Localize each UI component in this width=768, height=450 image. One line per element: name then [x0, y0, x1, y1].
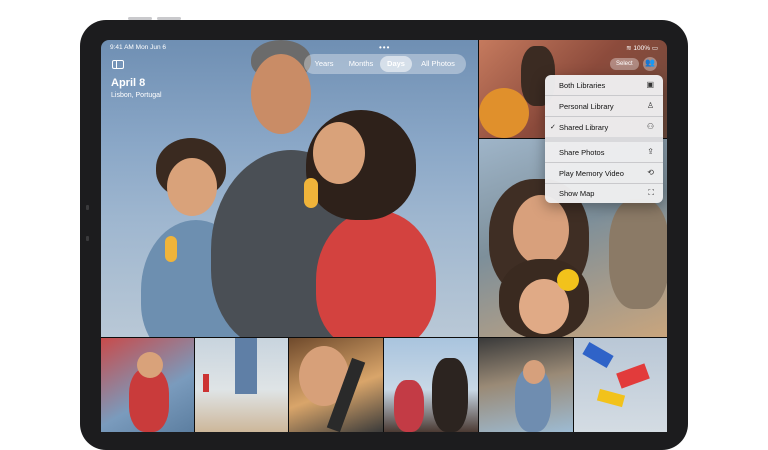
segment-months[interactable]: Months	[342, 54, 380, 74]
menu-item-both-libraries[interactable]: Both Libraries ▣	[545, 75, 663, 95]
day-location: Lisbon, Portugal	[111, 92, 162, 99]
photo-thumb[interactable]	[195, 338, 288, 432]
photo-subject	[137, 352, 163, 378]
menu-item-shared-library[interactable]: ✓ Shared Library ⚇	[545, 117, 663, 137]
wifi-icon: ≋	[626, 45, 632, 52]
sidebar-toggle-icon[interactable]	[112, 60, 124, 69]
photo-subject	[313, 122, 365, 184]
photo-subject	[203, 374, 209, 392]
photo-hero[interactable]	[101, 40, 478, 337]
library-switcher-icon[interactable]	[643, 57, 657, 71]
photo-subject	[316, 210, 436, 337]
checkmark-icon: ✓	[550, 124, 556, 131]
photo-subject	[513, 195, 569, 265]
volume-up-button	[128, 17, 152, 20]
volume-down-button	[157, 17, 181, 20]
menu-item-personal-library[interactable]: Personal Library ♙	[545, 96, 663, 116]
photo-thumb[interactable]	[574, 338, 667, 432]
photo-thumb[interactable]	[101, 338, 194, 432]
photo-subject	[251, 54, 311, 134]
library-menu: Both Libraries ▣ Personal Library ♙ ✓ Sh…	[545, 75, 663, 203]
photo-thumb[interactable]	[289, 338, 383, 432]
photo-subject	[235, 338, 257, 394]
popsicle	[304, 178, 318, 208]
kite	[582, 341, 614, 369]
photo-subject	[609, 199, 667, 309]
status-battery: ≋ 100% ▭	[626, 44, 658, 52]
map-icon: ⛶	[648, 188, 654, 197]
photo-thumb[interactable]	[479, 338, 573, 432]
photo-thumb[interactable]	[384, 338, 478, 432]
person-icon: ♙	[646, 101, 654, 110]
photo-subject	[479, 88, 529, 138]
select-button[interactable]: Select	[610, 58, 639, 70]
battery-icon: ▭	[651, 45, 658, 52]
photos-screen: 9:41 AM Mon Jun 6 ≋ 100% ▭ ••• April 8 L…	[101, 40, 667, 432]
library-icon: ▣	[646, 80, 654, 89]
segment-all-photos[interactable]: All Photos	[415, 54, 461, 74]
side-sensor	[86, 236, 89, 241]
menu-item-show-map[interactable]: Show Map ⛶	[545, 183, 663, 203]
segment-days[interactable]: Days	[380, 56, 412, 72]
photo-subject	[394, 380, 424, 432]
kite	[596, 388, 626, 408]
kite	[616, 363, 650, 389]
play-memory-icon: ⟲	[647, 168, 654, 177]
side-sensor	[86, 205, 89, 210]
segment-years[interactable]: Years	[310, 54, 338, 74]
multitasking-dots-icon[interactable]: •••	[379, 43, 390, 52]
menu-item-share-photos[interactable]: Share Photos ⇪	[545, 142, 663, 162]
photo-subject	[523, 360, 545, 384]
status-time: 9:41 AM Mon Jun 6	[110, 44, 167, 51]
day-title: April 8	[111, 77, 146, 89]
popsicle	[165, 236, 177, 262]
photo-subject	[167, 158, 217, 216]
people-icon: ⚇	[646, 122, 654, 131]
flower	[557, 269, 579, 291]
battery-percent: 100%	[633, 45, 651, 52]
menu-item-play-memory-video[interactable]: Play Memory Video ⟲	[545, 163, 663, 183]
view-segmented-control: Years Months Days All Photos	[304, 54, 466, 74]
photo-subject	[432, 358, 468, 432]
share-icon: ⇪	[647, 147, 654, 156]
